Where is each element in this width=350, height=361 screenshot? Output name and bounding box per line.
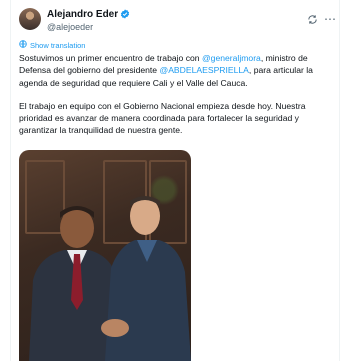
avatar[interactable] [19,8,41,30]
post-paragraph-2: El trabajo en equipo con el Gobierno Nac… [19,100,306,136]
show-translation-label[interactable]: Show translation [30,41,85,50]
grok-icon[interactable] [307,12,318,30]
author-handle[interactable]: @alejoeder [47,22,93,32]
post-text: Sostuvimos un primer encuentro de trabaj… [19,52,333,148]
post-header: Alejandro Eder @alejoeder ⋯ [19,8,336,36]
mention-generaljmora[interactable]: @generaljmora [202,53,261,63]
text-segment: Sostuvimos un primer encuentro de trabaj… [19,53,202,63]
post-paragraph-1: Sostuvimos un primer encuentro de trabaj… [19,52,333,89]
mention-abdelaespriella[interactable]: @ABDELAESPRIELLA [159,65,248,75]
translate-icon [19,40,27,50]
author-name-line: Alejandro Eder [47,9,130,22]
post-card: Alejandro Eder @alejoeder ⋯ Show transla… [10,0,340,361]
photo-people [29,196,191,361]
verified-badge-icon [120,9,130,22]
post-photo[interactable] [19,150,191,361]
show-translation-link[interactable]: Show translation [19,40,85,50]
author-name[interactable]: Alejandro Eder [47,9,118,20]
more-icon[interactable]: ⋯ [324,12,337,26]
